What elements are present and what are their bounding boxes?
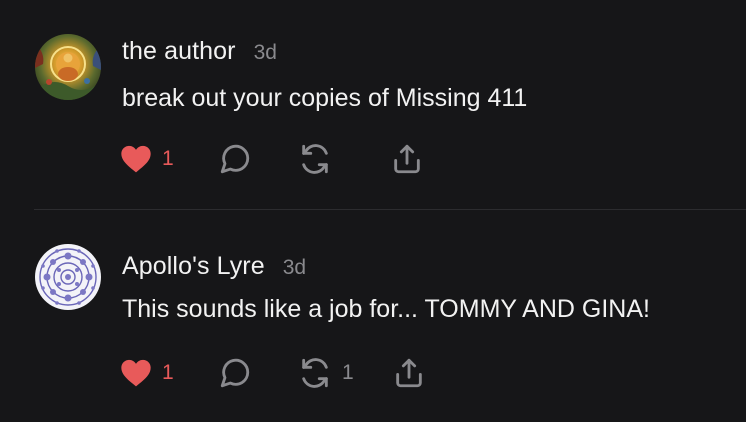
comment: the author 3d break out your copies of M… <box>0 0 746 210</box>
avatar[interactable] <box>35 34 101 100</box>
comment-thread: the author 3d break out your copies of M… <box>0 0 746 422</box>
comment-body: break out your copies of Missing 411 <box>122 84 528 112</box>
share-button[interactable] <box>392 353 426 393</box>
author-name[interactable]: the author <box>122 37 236 66</box>
share-upload-icon <box>396 358 422 388</box>
share-button[interactable] <box>390 139 424 179</box>
like-count: 1 <box>162 361 174 384</box>
like-count: 1 <box>162 147 174 170</box>
comment-body: This sounds like a job for... TOMMY AND … <box>122 295 650 323</box>
comment-divider <box>34 209 746 210</box>
speech-bubble-icon <box>220 358 250 388</box>
author-name[interactable]: Apollo's Lyre <box>122 252 265 281</box>
like-button[interactable]: 1 <box>120 353 174 393</box>
avatar-image <box>35 244 101 310</box>
heart-icon <box>121 145 151 173</box>
restack-arrows-icon <box>302 358 328 388</box>
reply-button[interactable] <box>218 139 252 179</box>
comment-header: Apollo's Lyre 3d <box>122 252 306 281</box>
timestamp[interactable]: 3d <box>283 256 306 280</box>
share-upload-icon <box>394 144 420 174</box>
comment-actions: 1 <box>120 139 480 179</box>
speech-bubble-icon <box>220 144 250 174</box>
like-button[interactable]: 1 <box>120 139 174 179</box>
comment: Apollo's Lyre 3d This sounds like a job … <box>0 211 746 422</box>
comment-header: the author 3d <box>122 37 277 66</box>
restack-button[interactable] <box>298 139 332 179</box>
comment-actions: 1 1 <box>120 353 480 393</box>
avatar[interactable] <box>35 244 101 310</box>
restack-count: 1 <box>342 361 354 384</box>
timestamp[interactable]: 3d <box>254 41 277 65</box>
restack-button[interactable]: 1 <box>298 353 354 393</box>
restack-arrows-icon <box>302 144 328 174</box>
avatar-image <box>35 34 101 100</box>
heart-icon <box>121 359 151 387</box>
reply-button[interactable] <box>218 353 252 393</box>
